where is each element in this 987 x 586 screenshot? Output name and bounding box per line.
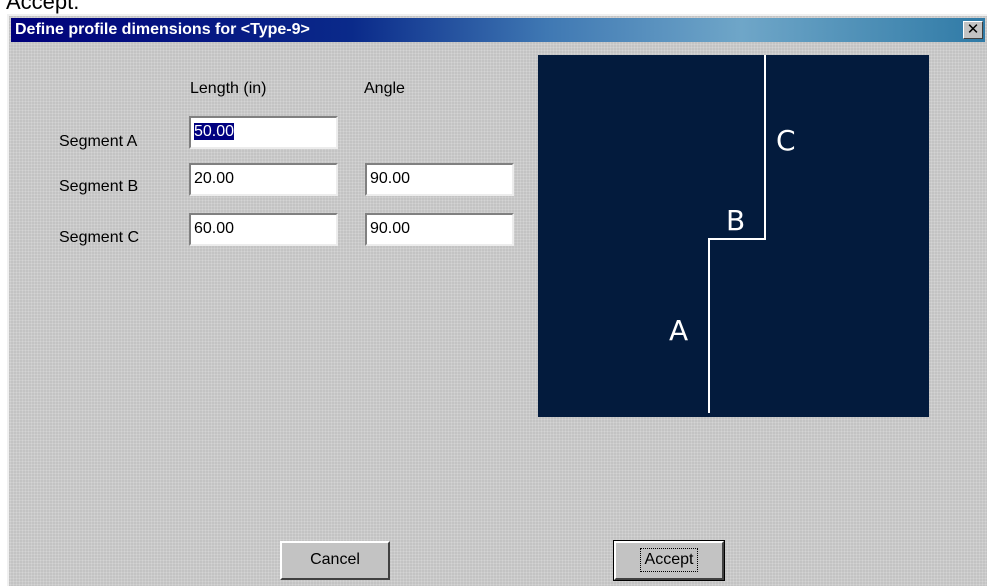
- close-button[interactable]: ✕: [963, 21, 983, 39]
- window-title: Define profile dimensions for <Type-9>: [15, 21, 310, 38]
- background-text: Accept.: [6, 0, 80, 14]
- cancel-button[interactable]: Cancel: [280, 541, 390, 580]
- label-b: B: [726, 204, 745, 237]
- profile-dimensions-dialog: Define profile dimensions for <Type-9> ✕…: [7, 14, 987, 586]
- profile-drawing: A B C: [669, 55, 796, 413]
- segment-b-angle-input[interactable]: 90.00: [365, 163, 514, 196]
- segment-b-angle-value: 90.00: [370, 170, 411, 187]
- segment-c-angle-input[interactable]: 90.00: [365, 213, 514, 246]
- segment-b-label: Segment B: [59, 178, 139, 195]
- angle-column-header: Angle: [364, 80, 405, 97]
- cancel-label: Cancel: [310, 551, 360, 568]
- accept-label: Accept: [639, 548, 699, 572]
- segment-c-length-value: 60.00: [194, 220, 235, 237]
- title-bar[interactable]: Define profile dimensions for <Type-9> ✕: [11, 18, 985, 42]
- segment-a-label: Segment A: [59, 133, 138, 150]
- profile-preview: A B C: [538, 55, 929, 417]
- segment-a-length-value: 50.00: [194, 123, 235, 140]
- accept-button[interactable]: Accept: [613, 540, 725, 581]
- segment-b-length-input[interactable]: 20.00: [189, 163, 338, 196]
- segment-c-label: Segment C: [59, 229, 140, 246]
- segment-c-angle-value: 90.00: [370, 220, 411, 237]
- close-icon: ✕: [966, 20, 980, 38]
- length-column-header: Length (in): [190, 80, 267, 97]
- segment-b-length-value: 20.00: [194, 170, 235, 187]
- label-a: A: [669, 314, 688, 347]
- label-c: C: [776, 124, 796, 157]
- segment-c-length-input[interactable]: 60.00: [189, 213, 338, 246]
- segment-a-length-input[interactable]: 50.00: [189, 116, 338, 149]
